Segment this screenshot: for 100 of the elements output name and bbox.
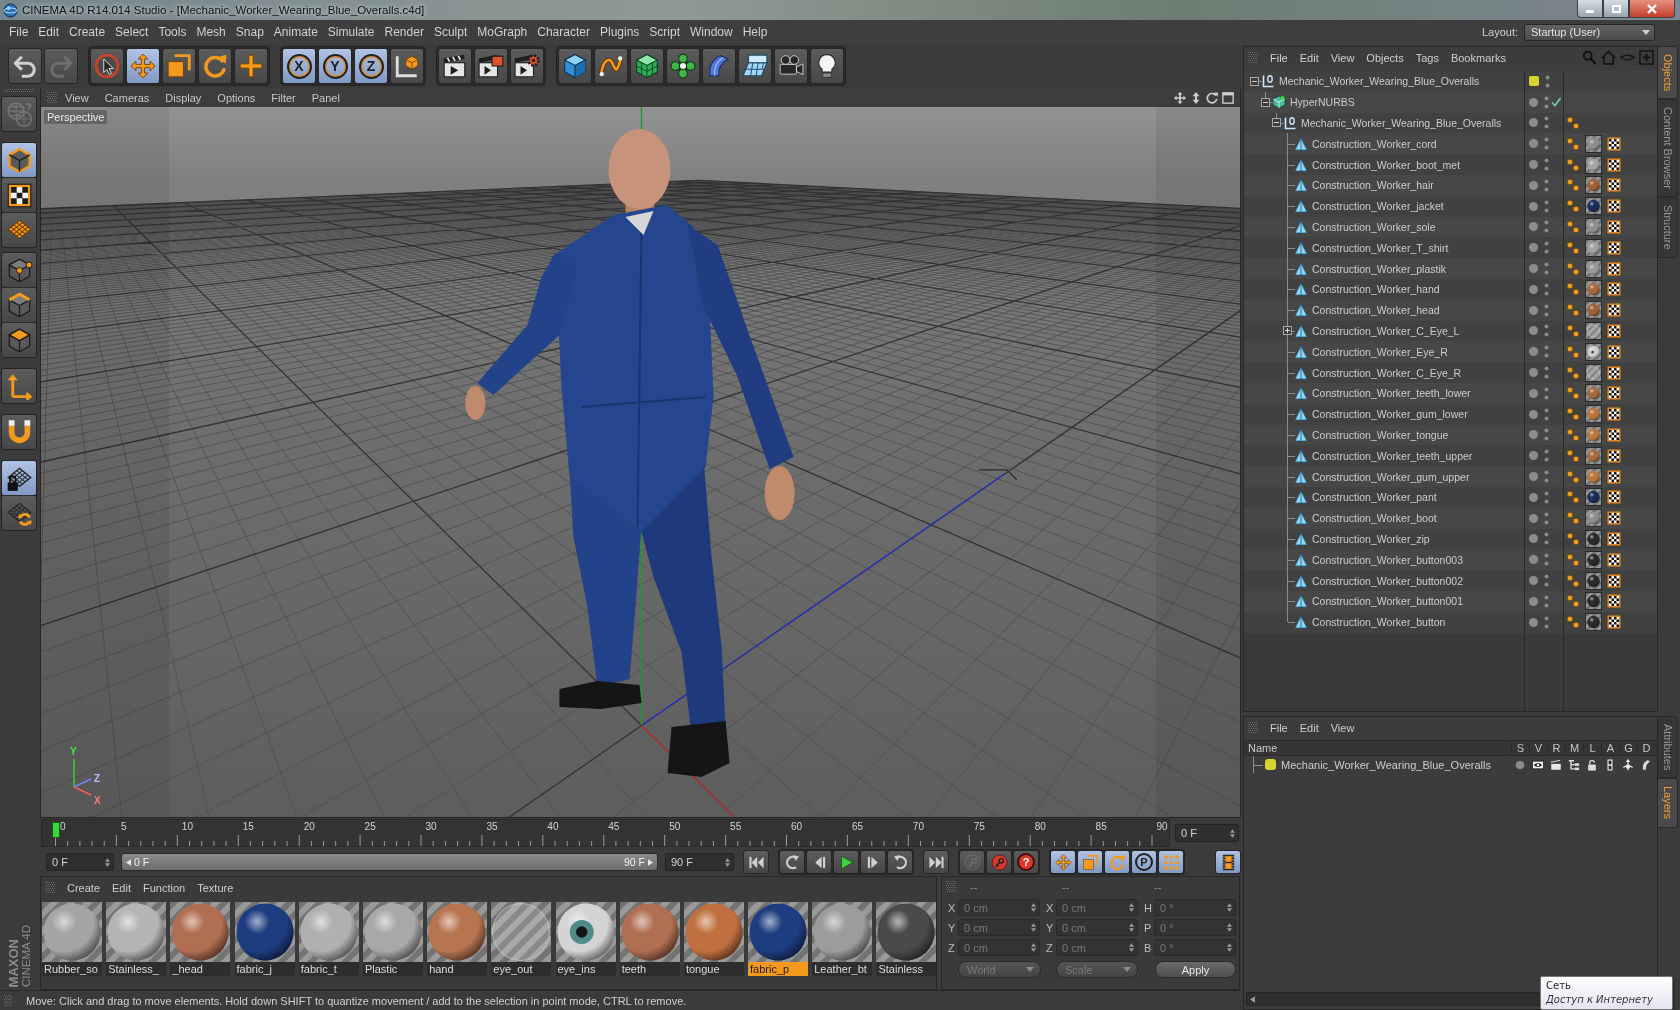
- add-button[interactable]: [234, 48, 268, 84]
- material-tag-icon[interactable]: [1585, 405, 1602, 424]
- material-thumbnail[interactable]: [170, 902, 231, 962]
- axis-lock-button[interactable]: X: [282, 48, 316, 84]
- checker-tag-icon[interactable]: [1607, 282, 1621, 297]
- layer-dot-icon[interactable]: [1529, 388, 1538, 398]
- clapperboard-icon[interactable]: [1550, 758, 1562, 771]
- deformer-button[interactable]: [702, 48, 736, 84]
- layer-dot-icon[interactable]: [1529, 305, 1538, 315]
- material-tag-icon[interactable]: [1585, 134, 1602, 153]
- material-thumbnail[interactable]: [812, 902, 873, 962]
- checker-tag-icon[interactable]: [1607, 531, 1621, 546]
- current-frame-marker[interactable]: [51, 822, 60, 838]
- layer-dot-icon[interactable]: [1529, 534, 1538, 544]
- material-tag-icon[interactable]: [1585, 238, 1602, 257]
- visibility-dots-icon[interactable]: [1544, 470, 1549, 484]
- menu-item[interactable]: Edit: [1293, 51, 1325, 64]
- layer-dot-icon[interactable]: [1529, 326, 1538, 336]
- dots-tag-icon[interactable]: [1566, 448, 1580, 463]
- layer-dot-icon[interactable]: [1529, 617, 1538, 627]
- checker-tag-icon[interactable]: [1607, 323, 1621, 338]
- collapse-box-icon[interactable]: [1272, 118, 1281, 128]
- hierarchy-icon[interactable]: [1568, 758, 1580, 771]
- layer-dot-icon[interactable]: [1529, 555, 1538, 565]
- layer-dot-icon[interactable]: [1529, 347, 1538, 357]
- object-row[interactable]: Construction_Worker_Eye_R: [1244, 341, 1657, 363]
- menu-item[interactable]: Help: [737, 25, 773, 39]
- bend-icon[interactable]: [1640, 758, 1652, 771]
- frame-field[interactable]: 0 F: [46, 853, 114, 871]
- object-row[interactable]: Construction_Worker_plastik: [1244, 258, 1657, 279]
- visibility-dots-icon[interactable]: [1544, 428, 1549, 442]
- scale-button[interactable]: [162, 48, 196, 84]
- visibility-dots-icon[interactable]: [1544, 220, 1549, 234]
- checker-tag-icon[interactable]: [1607, 365, 1621, 380]
- object-row[interactable]: Construction_Worker_head: [1244, 299, 1657, 321]
- object-row[interactable]: Construction_Worker_cord: [1244, 133, 1657, 155]
- material-name[interactable]: _head: [170, 962, 231, 976]
- rotate-icon[interactable]: [1206, 91, 1218, 104]
- material-tag-icon[interactable]: [1585, 280, 1602, 299]
- menu-item[interactable]: Edit: [106, 881, 137, 894]
- layer-dot-icon[interactable]: [1529, 284, 1538, 294]
- checker-tag-icon[interactable]: [1607, 407, 1621, 422]
- menu-item[interactable]: MoGraph: [472, 25, 533, 39]
- menu-item[interactable]: Panel: [303, 91, 348, 104]
- visibility-dots-icon[interactable]: [1544, 345, 1549, 359]
- material-tag-icon[interactable]: [1585, 321, 1602, 340]
- layer-dot-icon[interactable]: [1529, 513, 1538, 523]
- visibility-dots-icon[interactable]: [1544, 615, 1549, 629]
- material-name[interactable]: Plastic: [362, 962, 423, 976]
- material-thumbnail[interactable]: [427, 902, 488, 962]
- menu-item[interactable]: Edit: [1293, 721, 1325, 734]
- key-rotate-button[interactable]: [1104, 850, 1130, 874]
- axis-lock-button[interactable]: Z: [354, 48, 388, 84]
- material-thumbnail[interactable]: [876, 902, 937, 962]
- visibility-dots-icon[interactable]: [1545, 74, 1550, 88]
- spline-button[interactable]: [594, 48, 628, 84]
- checker-tag-icon[interactable]: [1607, 136, 1621, 151]
- menu-item[interactable]: Bookmarks: [1444, 51, 1512, 64]
- dots-tag-icon[interactable]: [1566, 573, 1580, 588]
- material-name[interactable]: fabric_j: [234, 962, 295, 976]
- key-scale-button[interactable]: [1077, 850, 1103, 874]
- material-tag-icon[interactable]: [1585, 217, 1602, 236]
- checker-tag-icon[interactable]: [1607, 178, 1621, 193]
- spinner-arrows-icon[interactable]: [725, 857, 730, 867]
- grip-icon[interactable]: [47, 91, 57, 104]
- visibility-dots-icon[interactable]: [1544, 449, 1549, 463]
- object-row[interactable]: Construction_Worker_C_Eye_L: [1244, 320, 1657, 342]
- visibility-dots-icon[interactable]: [1544, 262, 1549, 276]
- floor-button[interactable]: [738, 48, 772, 84]
- material-name[interactable]: eye_ins: [555, 962, 616, 976]
- visibility-dots-icon[interactable]: [1544, 282, 1549, 296]
- menu-item[interactable]: Filter: [263, 91, 304, 104]
- visibility-dots-icon[interactable]: [1544, 532, 1549, 546]
- menu-item[interactable]: Tags: [1409, 51, 1445, 64]
- dots-tag-icon[interactable]: [1566, 157, 1580, 172]
- texture-button[interactable]: [2, 178, 36, 212]
- checker-tag-icon[interactable]: [1607, 386, 1621, 401]
- workplane-lock-button[interactable]: [2, 461, 36, 495]
- menu-item[interactable]: Edit: [33, 25, 65, 39]
- menu-item[interactable]: Create: [61, 881, 107, 894]
- material-name[interactable]: Stainless_: [106, 962, 167, 976]
- side-tab[interactable]: Structure: [1658, 197, 1678, 258]
- layer-dot-icon[interactable]: [1529, 160, 1538, 170]
- material-tag-icon[interactable]: [1585, 259, 1602, 278]
- vertical-arrows-icon[interactable]: [1190, 91, 1202, 104]
- timeline-button[interactable]: [1215, 850, 1241, 874]
- material-name[interactable]: tongue: [683, 962, 744, 976]
- render-view-button[interactable]: [438, 48, 472, 84]
- checker-tag-icon[interactable]: [1607, 240, 1621, 255]
- object-row[interactable]: Construction_Worker_teeth_lower: [1244, 382, 1657, 404]
- menu-item[interactable]: Animate: [268, 25, 323, 39]
- menu-item[interactable]: Character: [532, 25, 595, 39]
- material-thumbnail[interactable]: [555, 902, 616, 962]
- visibility-dots-icon[interactable]: [1544, 407, 1549, 421]
- camera-button[interactable]: [774, 48, 808, 84]
- layer-dot-icon[interactable]: [1529, 576, 1538, 585]
- material-name[interactable]: Stainless: [876, 962, 937, 976]
- record-button[interactable]: [986, 850, 1012, 874]
- grip-icon[interactable]: [4, 994, 12, 1007]
- live-select-button[interactable]: [90, 48, 124, 84]
